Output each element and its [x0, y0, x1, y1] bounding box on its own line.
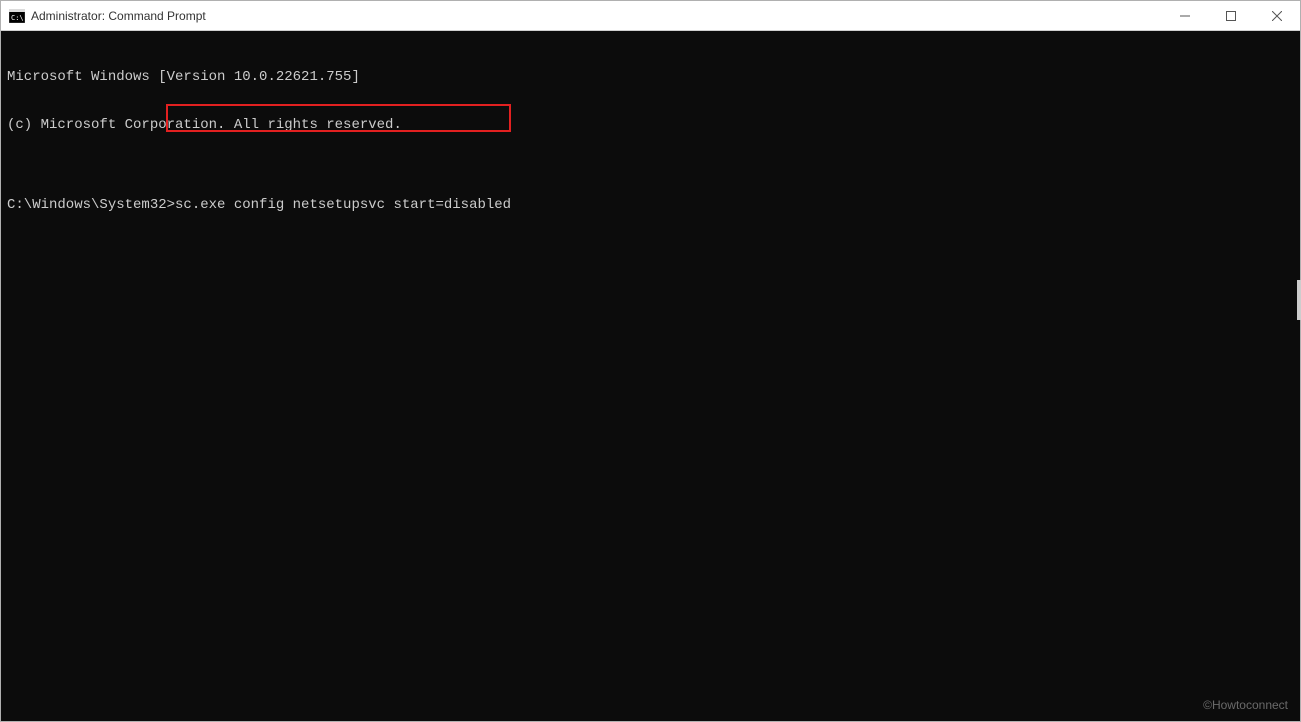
command-prompt-window: C:\ Administrator: Command Prompt Micros… — [0, 0, 1301, 722]
prompt-path: C:\Windows\System32> — [7, 197, 175, 213]
scrollbar-thumb[interactable] — [1297, 280, 1301, 320]
minimize-button[interactable] — [1162, 1, 1208, 31]
terminal-output[interactable]: Microsoft Windows [Version 10.0.22621.75… — [1, 31, 1300, 721]
close-button[interactable] — [1254, 1, 1300, 31]
titlebar[interactable]: C:\ Administrator: Command Prompt — [1, 1, 1300, 31]
prompt-line: C:\Windows\System32>sc.exe config netset… — [7, 197, 1294, 213]
maximize-button[interactable] — [1208, 1, 1254, 31]
version-line: Microsoft Windows [Version 10.0.22621.75… — [7, 69, 1294, 85]
watermark-text: ©Howtoconnect — [1203, 697, 1288, 713]
window-title: Administrator: Command Prompt — [31, 9, 206, 23]
entered-command: sc.exe config netsetupsvc start=disabled — [175, 197, 511, 213]
copyright-line: (c) Microsoft Corporation. All rights re… — [7, 117, 1294, 133]
cmd-icon: C:\ — [9, 9, 25, 23]
svg-text:C:\: C:\ — [11, 14, 24, 22]
window-controls — [1162, 1, 1300, 31]
